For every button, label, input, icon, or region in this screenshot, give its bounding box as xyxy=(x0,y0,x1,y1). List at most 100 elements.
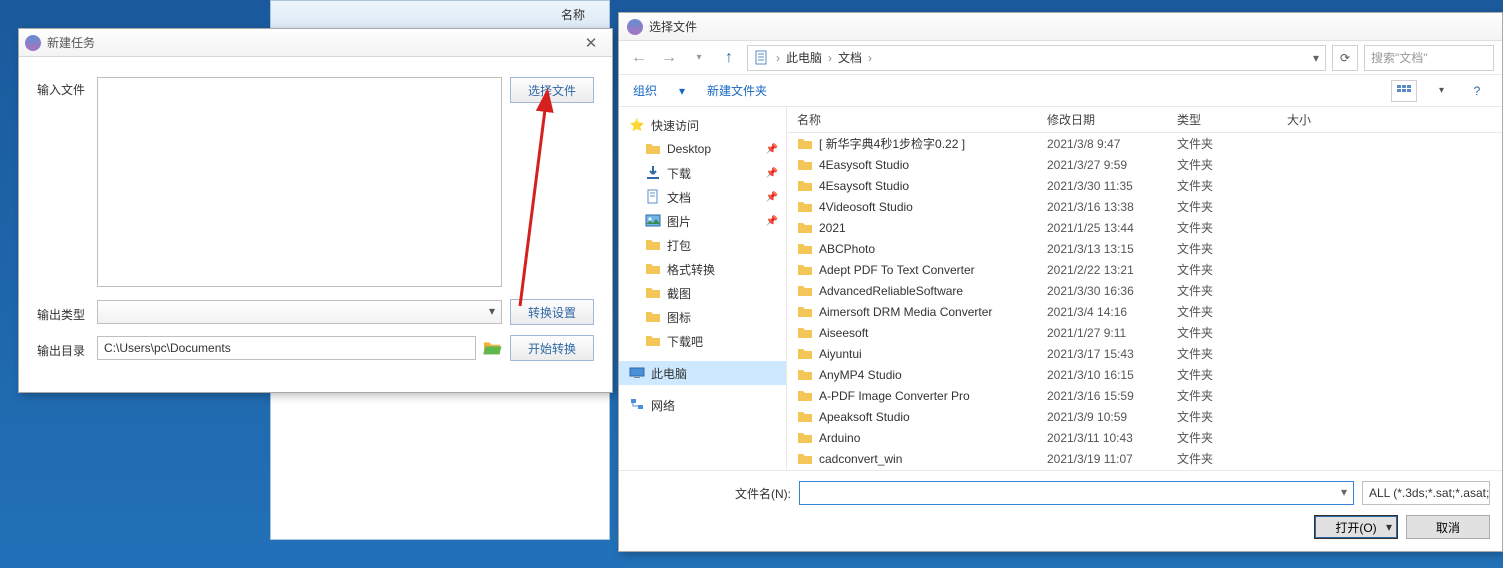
table-row[interactable]: ABCPhoto2021/3/13 13:15文件夹 xyxy=(787,238,1502,259)
nav-item-label: 打包 xyxy=(667,237,691,254)
organize-menu[interactable]: 组织 xyxy=(633,82,657,99)
new-task-dialog: 新建任务 ✕ 输入文件 选择文件 输出类型 转换设置 输出目录 C:\Users… xyxy=(18,28,613,393)
file-date: 2021/3/30 16:36 xyxy=(1047,284,1177,298)
table-row[interactable]: 4Easysoft Studio2021/3/27 9:59文件夹 xyxy=(787,154,1502,175)
pin-icon: 📌 xyxy=(766,192,778,203)
file-list[interactable]: [ 新华字典4秒1步检字0.22 ]2021/3/8 9:47文件夹4Easys… xyxy=(787,133,1502,470)
nav-item[interactable]: 截图 xyxy=(619,281,786,305)
file-type: 文件夹 xyxy=(1177,345,1287,362)
nav-item[interactable]: Desktop📌 xyxy=(619,137,786,161)
nav-item[interactable]: 下载📌 xyxy=(619,161,786,185)
table-row[interactable]: Arduino2021/3/11 10:43文件夹 xyxy=(787,427,1502,448)
file-date: 2021/3/27 9:59 xyxy=(1047,158,1177,172)
col-size[interactable]: 大小 xyxy=(1287,111,1367,128)
chevron-right-icon: › xyxy=(868,51,872,65)
nav-network[interactable]: 网络 xyxy=(619,393,786,417)
select-file-button[interactable]: 选择文件 xyxy=(510,77,594,103)
nav-item[interactable]: 图片📌 xyxy=(619,209,786,233)
table-row[interactable]: 4Esaysoft Studio2021/3/30 11:35文件夹 xyxy=(787,175,1502,196)
document-icon xyxy=(754,50,770,66)
output-type-label: 输出类型 xyxy=(37,302,97,323)
table-row[interactable]: Aiseesoft2021/1/27 9:11文件夹 xyxy=(787,322,1502,343)
folder-icon xyxy=(797,388,813,404)
nav-item[interactable]: 图标 xyxy=(619,305,786,329)
file-picker-footer: 文件名(N): ALL (*.3ds;*.sat;*.asat;*. 打开(O)… xyxy=(619,470,1502,551)
file-name: [ 新华字典4秒1步检字0.22 ] xyxy=(819,135,1047,152)
nav-item[interactable]: 文档📌 xyxy=(619,185,786,209)
col-name[interactable]: 名称 xyxy=(797,111,1047,128)
folder-icon xyxy=(797,178,813,194)
table-row[interactable]: AnyMP4 Studio2021/3/10 16:15文件夹 xyxy=(787,364,1502,385)
folder-icon xyxy=(797,220,813,236)
cancel-button[interactable]: 取消 xyxy=(1406,515,1490,539)
table-row[interactable]: Apeaksoft Studio2021/3/9 10:59文件夹 xyxy=(787,406,1502,427)
back-icon[interactable]: ← xyxy=(627,46,651,70)
col-type[interactable]: 类型 xyxy=(1177,111,1287,128)
input-file-textarea[interactable] xyxy=(97,77,502,287)
refresh-icon[interactable]: ⟳ xyxy=(1332,45,1358,71)
folder-icon xyxy=(797,241,813,257)
help-icon[interactable]: ? xyxy=(1466,80,1488,102)
view-options-button[interactable] xyxy=(1391,80,1417,102)
folder-icon xyxy=(797,304,813,320)
file-type: 文件夹 xyxy=(1177,324,1287,341)
file-picker-title: 选择文件 xyxy=(649,18,697,35)
new-folder-button[interactable]: 新建文件夹 xyxy=(707,82,767,99)
table-row[interactable]: 4Videosoft Studio2021/3/16 13:38文件夹 xyxy=(787,196,1502,217)
folder-icon xyxy=(645,333,661,349)
nav-item[interactable]: 打包 xyxy=(619,233,786,257)
browse-folder-icon[interactable] xyxy=(480,337,504,359)
table-row[interactable]: AdvancedReliableSoftware2021/3/30 16:36文… xyxy=(787,280,1502,301)
nav-item-label: Desktop xyxy=(667,142,711,156)
table-row[interactable]: Aimersoft DRM Media Converter2021/3/4 14… xyxy=(787,301,1502,322)
table-row[interactable]: Adept PDF To Text Converter2021/2/22 13:… xyxy=(787,259,1502,280)
file-type: 文件夹 xyxy=(1177,303,1287,320)
filetype-filter[interactable]: ALL (*.3ds;*.sat;*.asat;*. xyxy=(1362,481,1490,505)
nav-item[interactable]: 下载吧 xyxy=(619,329,786,353)
table-row[interactable]: Aiyuntui2021/3/17 15:43文件夹 xyxy=(787,343,1502,364)
file-name: Adept PDF To Text Converter xyxy=(819,263,1047,277)
nav-item[interactable]: 格式转换 xyxy=(619,257,786,281)
breadcrumb[interactable]: › 此电脑 › 文档 › ▾ xyxy=(747,45,1326,71)
recent-chevron-icon[interactable]: ▾ xyxy=(687,46,711,70)
search-input[interactable]: 搜索"文档" xyxy=(1364,45,1494,71)
file-date: 2021/3/13 13:15 xyxy=(1047,242,1177,256)
file-name: AnyMP4 Studio xyxy=(819,368,1047,382)
table-row[interactable]: A-PDF Image Converter Pro2021/3/16 15:59… xyxy=(787,385,1502,406)
file-date: 2021/3/16 15:59 xyxy=(1047,389,1177,403)
close-icon[interactable]: ✕ xyxy=(576,34,606,52)
folder-icon xyxy=(797,451,813,467)
crumb-this-pc[interactable]: 此电脑 xyxy=(786,49,822,66)
chevron-down-icon[interactable]: ▾ xyxy=(1439,85,1444,96)
table-row[interactable]: [ 新华字典4秒1步检字0.22 ]2021/3/8 9:47文件夹 xyxy=(787,133,1502,154)
file-date: 2021/3/8 9:47 xyxy=(1047,137,1177,151)
nav-quick-access[interactable]: ⭐ 快速访问 xyxy=(619,113,786,137)
chevron-down-icon[interactable]: ▾ xyxy=(1313,51,1319,65)
folder-icon xyxy=(645,141,661,157)
convert-settings-button[interactable]: 转换设置 xyxy=(510,299,594,325)
crumb-documents[interactable]: 文档 xyxy=(838,49,862,66)
col-date[interactable]: 修改日期 xyxy=(1047,111,1177,128)
file-name: AdvancedReliableSoftware xyxy=(819,284,1047,298)
filename-input[interactable] xyxy=(799,481,1354,505)
document-icon xyxy=(645,189,661,205)
toolbar: 组织 ▾ 新建文件夹 ▾ ? xyxy=(619,75,1502,107)
app-icon xyxy=(627,19,643,35)
output-dir-label: 输出目录 xyxy=(37,338,97,359)
forward-icon: → xyxy=(657,46,681,70)
output-dir-input[interactable]: C:\Users\pc\Documents xyxy=(97,336,476,360)
file-type: 文件夹 xyxy=(1177,156,1287,173)
chevron-down-icon[interactable]: ▾ xyxy=(679,84,685,98)
table-row[interactable]: cadconvert_win2021/3/19 11:07文件夹 xyxy=(787,448,1502,469)
open-button[interactable]: 打开(O) xyxy=(1314,515,1398,539)
file-type: 文件夹 xyxy=(1177,261,1287,278)
output-type-select[interactable] xyxy=(97,300,502,324)
start-convert-button[interactable]: 开始转换 xyxy=(510,335,594,361)
file-date: 2021/2/22 13:21 xyxy=(1047,263,1177,277)
up-icon[interactable]: ↑ xyxy=(717,46,741,70)
new-task-titlebar[interactable]: 新建任务 ✕ xyxy=(19,29,612,57)
nav-this-pc[interactable]: 此电脑 xyxy=(619,361,786,385)
table-row[interactable]: 20212021/1/25 13:44文件夹 xyxy=(787,217,1502,238)
folder-icon xyxy=(645,285,661,301)
file-picker-titlebar[interactable]: 选择文件 xyxy=(619,13,1502,41)
